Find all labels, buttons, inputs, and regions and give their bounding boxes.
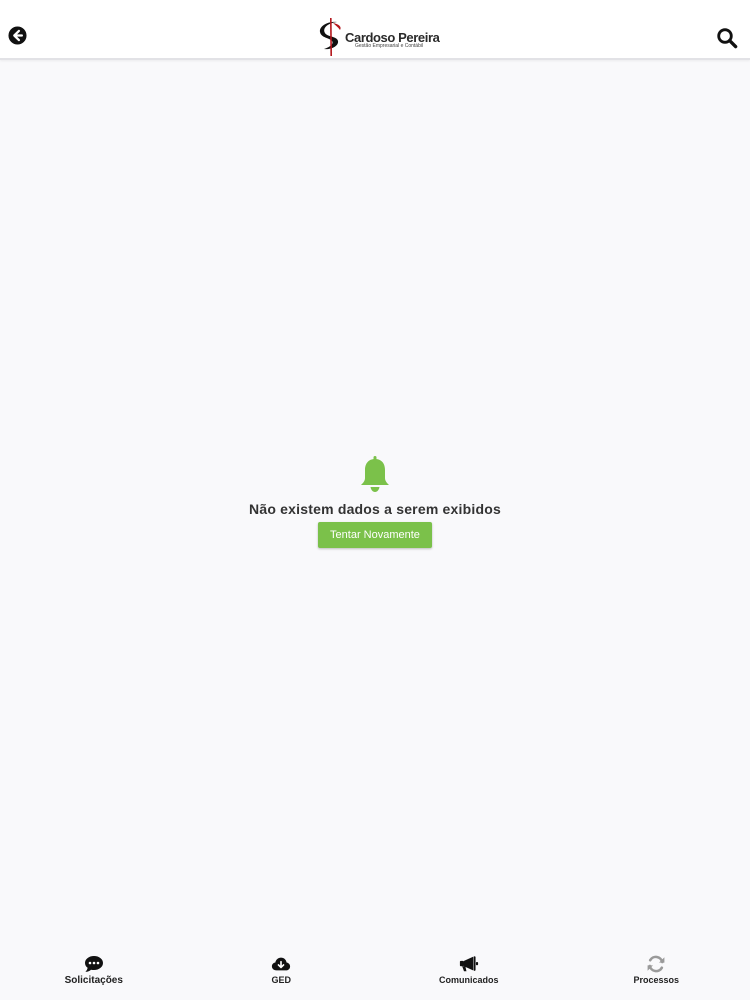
nav-label-processos: Processos	[633, 975, 680, 985]
nav-item-processos[interactable]: Processos	[563, 948, 750, 1000]
chat-bubble-icon	[84, 956, 103, 972]
logo-mark-icon	[319, 18, 341, 56]
refresh-icon	[647, 955, 665, 973]
empty-state: Não existem dados a serem exibidos Tenta…	[0, 455, 750, 548]
empty-state-message: Não existem dados a serem exibidos	[249, 501, 501, 517]
megaphone-icon	[459, 956, 478, 972]
bottom-navigation: Solicitações GED Comunicados Processos	[0, 948, 750, 1000]
nav-item-comunicados[interactable]: Comunicados	[375, 948, 563, 1000]
nav-label-solicitacoes: Solicitações	[64, 975, 123, 986]
search-icon[interactable]	[716, 27, 738, 49]
bell-icon	[361, 456, 389, 492]
nav-label-ged: GED	[271, 975, 291, 985]
nav-item-solicitacoes[interactable]: Solicitações	[0, 948, 188, 1000]
retry-button[interactable]: Tentar Novamente	[318, 522, 432, 548]
logo-tagline: Gestão Empresarial e Contábil	[355, 43, 424, 49]
company-logo: Cardoso Pereira Gestão Empresarial e Con…	[318, 17, 440, 59]
nav-item-ged[interactable]: GED	[188, 948, 376, 1000]
arrow-left-circle-icon[interactable]	[8, 26, 27, 45]
top-app-bar: Cardoso Pereira Gestão Empresarial e Con…	[0, 0, 750, 60]
nav-label-comunicados: Comunicados	[438, 975, 499, 985]
cloud-download-icon	[272, 957, 291, 971]
app-screen: Cardoso Pereira Gestão Empresarial e Con…	[0, 0, 750, 1000]
